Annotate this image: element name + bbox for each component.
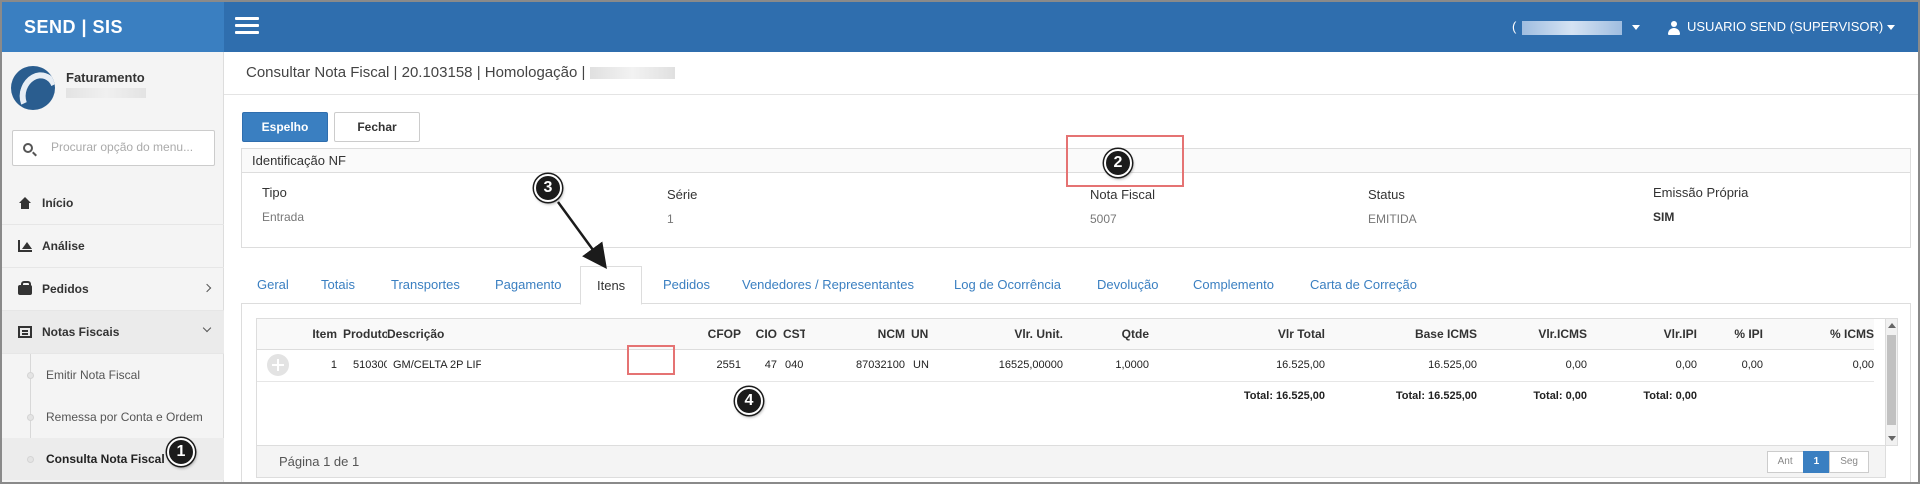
callout-arrow-layer [555, 200, 609, 270]
app-window: SEND | SIS ( USUARIO SEND (SUPERVISOR) F… [0, 0, 1920, 484]
callout-marker-1: 1 [167, 438, 195, 466]
callout-marker-3: 3 [534, 174, 562, 202]
callout-arrow [556, 201, 607, 270]
callout-marker-4: 4 [735, 387, 763, 415]
callout-marker-2: 2 [1104, 149, 1132, 177]
